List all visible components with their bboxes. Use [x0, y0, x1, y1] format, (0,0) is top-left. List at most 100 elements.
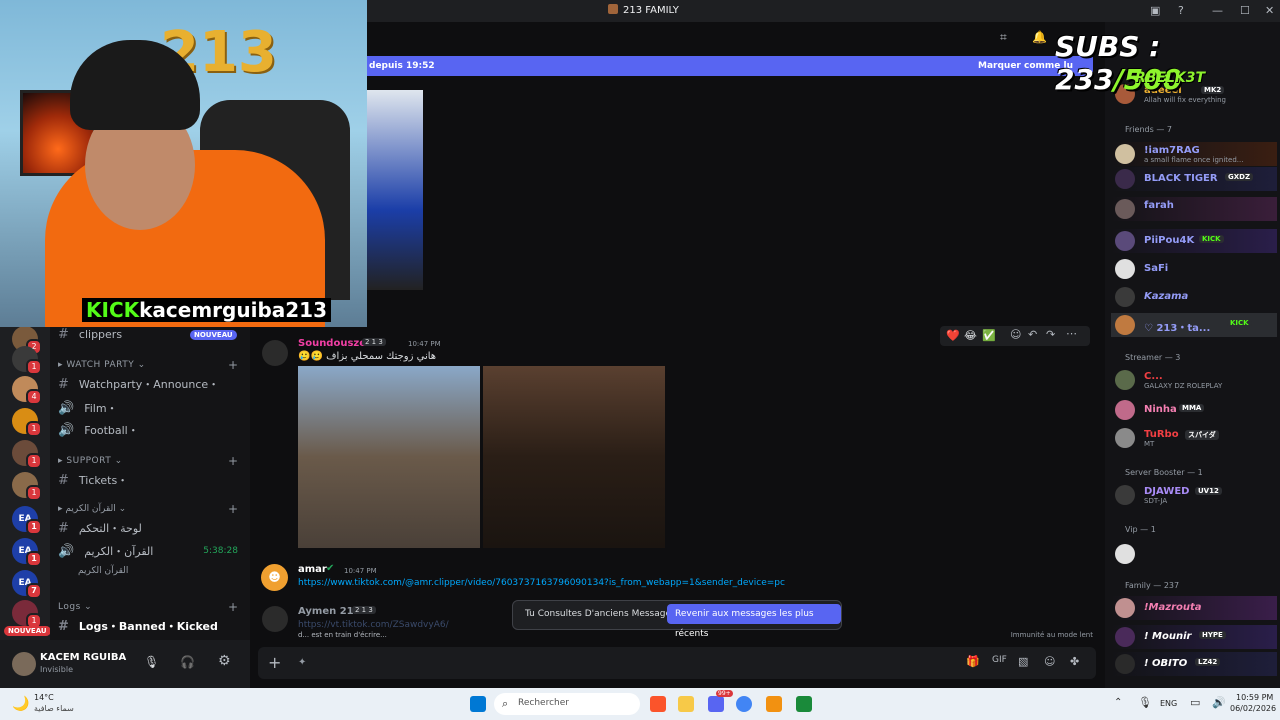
jump-to-present-button[interactable]: Revenir aux messages les plus récents [667, 604, 841, 639]
clock-time[interactable]: 10:59 PM [1236, 693, 1273, 702]
sticker-icon[interactable]: ▧ [1018, 655, 1028, 668]
add-channel-icon[interactable]: + [228, 502, 238, 516]
chrome-icon[interactable] [736, 696, 752, 712]
add-channel-icon[interactable]: + [228, 454, 238, 468]
gift-icon[interactable]: 🎁 [966, 655, 980, 668]
notification-count: 99+ [716, 690, 733, 697]
add-attachment-icon[interactable]: + [268, 653, 281, 672]
avatar[interactable] [12, 652, 36, 676]
apps-icon[interactable]: ✤ [1070, 655, 1079, 668]
server-icon[interactable]: 1 [12, 408, 42, 437]
channel-watchparty[interactable]: # Watchparty・Announce・ [58, 376, 219, 392]
app-icon[interactable] [796, 696, 812, 712]
message-composer[interactable]: + ✦ 🎁 GIF ▧ ☺ ✤ [258, 647, 1096, 679]
category-watch-party[interactable]: ▸ WATCH PARTY ⌄ [58, 360, 146, 370]
ea-server-icon[interactable]: EA 7 [12, 570, 42, 599]
chevron-up-icon[interactable]: ⌃ [1114, 697, 1122, 708]
channel-logs[interactable]: # Logs・Banned・Kicked [58, 618, 218, 634]
weather-moon-icon[interactable]: 🌙 [12, 696, 29, 712]
help-icon[interactable]: ? [1178, 4, 1184, 17]
language-indicator[interactable]: ENG [1160, 699, 1177, 708]
add-reaction-icon[interactable]: ☺ [1010, 328, 1021, 341]
channel-control-panel[interactable]: # لوحة・التحكم [58, 520, 142, 536]
windows-start-icon[interactable] [470, 696, 486, 712]
maximize-button[interactable]: ☐ [1240, 4, 1250, 17]
message-image[interactable] [298, 366, 480, 548]
app-icon[interactable] [766, 696, 782, 712]
reply-icon[interactable]: ↶ [1028, 328, 1037, 341]
composer-sparkle-icon: ✦ [298, 657, 307, 668]
brave-icon[interactable] [650, 696, 666, 712]
member-row[interactable]: BLACK TIGER GXDZ [1111, 167, 1277, 191]
server-icon[interactable]: 1 [12, 440, 42, 469]
notification-bell-icon[interactable]: 🔔 [1032, 30, 1047, 44]
member-row[interactable]: DJAWED UV12 SDT-JA [1111, 483, 1277, 507]
channel-film[interactable]: 🔊 Film・ [58, 400, 118, 416]
channel-clippers[interactable]: # clippers [58, 327, 122, 342]
microphone-icon[interactable]: 🎙 [144, 655, 159, 669]
message-image[interactable] [483, 366, 665, 548]
minimize-button[interactable]: — [1212, 4, 1223, 17]
member-name: TuRbo [1144, 429, 1179, 440]
gif-icon[interactable]: GIF [992, 655, 1007, 665]
member-name: ! OBITO [1144, 658, 1188, 669]
member-row[interactable]: TuRbo スパイダ MT [1111, 426, 1277, 450]
clock-date[interactable]: 06/02/2026 [1230, 704, 1276, 713]
network-icon[interactable]: ▭ [1190, 696, 1200, 709]
message-author[interactable]: amar [298, 564, 327, 575]
add-channel-icon[interactable]: + [228, 600, 238, 614]
settings-gear-icon[interactable]: ⚙ [218, 653, 231, 669]
close-button[interactable]: ✕ [1265, 4, 1274, 17]
avatar [1115, 428, 1135, 448]
server-icon[interactable]: 1 [12, 346, 42, 375]
message-image[interactable] [367, 90, 423, 290]
threads-icon[interactable]: ⌗ [1000, 30, 1007, 45]
member-name: BLACK TIGER [1144, 173, 1218, 184]
heart-reaction-icon[interactable]: ❤️ [946, 329, 960, 342]
headphones-icon[interactable]: 🎧 [180, 655, 195, 669]
file-explorer-icon[interactable] [678, 696, 694, 712]
ea-server-icon[interactable]: EA 1 [12, 506, 42, 535]
check-reaction-icon[interactable]: ✅ [982, 329, 996, 342]
member-row[interactable]: Ninha MMA [1111, 398, 1277, 422]
channel-tickets[interactable]: # Tickets・ [58, 472, 128, 488]
member-row[interactable]: !iam7RAG a small flame once ignited... [1111, 142, 1277, 166]
member-row[interactable]: ♡ 213・ta... KICK [1111, 313, 1277, 337]
member-row[interactable]: Kazama [1111, 285, 1277, 309]
laugh-reaction-icon[interactable]: 😂 [964, 329, 977, 342]
add-channel-icon[interactable]: + [228, 358, 238, 372]
member-row[interactable]: PiiPou4K KICK [1111, 229, 1277, 253]
discord-avatar-icon[interactable]: ☻ [261, 564, 288, 591]
member-row[interactable]: SaFi [1111, 257, 1277, 281]
ea-server-icon[interactable]: EA 1 [12, 538, 42, 567]
member-row[interactable]: ! OBITO LZ42 [1111, 652, 1277, 676]
message-link[interactable]: https://www.tiktok.com/@amr.clipper/vide… [298, 578, 785, 588]
avatar[interactable] [262, 606, 288, 632]
voice-channel-quran[interactable]: 🔊 القرآن・الكريم [58, 543, 153, 559]
microphone-icon[interactable]: 🎙 [1138, 696, 1152, 709]
member-row[interactable]: !Mazrouta [1111, 596, 1277, 620]
member-row[interactable]: ! Mounir HYPE [1111, 625, 1277, 649]
message-link[interactable]: https://vt.tiktok.com/ZSawdvyA6/ [298, 620, 449, 630]
unread-banner[interactable]: depuis 19:52 Marquer comme lu [365, 56, 1093, 76]
category-quran[interactable]: ▸ القرآن الكريم ⌄ [58, 504, 126, 514]
discord-icon[interactable]: 99+ [708, 690, 733, 712]
inbox-icon[interactable]: ▣ [1150, 4, 1160, 17]
server-icon[interactable]: 1 [12, 472, 42, 501]
more-options-icon[interactable]: ⋯ [1066, 327, 1077, 340]
server-icon[interactable]: 1 [12, 600, 42, 629]
category-logs[interactable]: Logs ⌄ [58, 602, 92, 612]
voice-user[interactable]: القرآن الكريم [78, 566, 128, 576]
server-icon[interactable]: 4 [12, 376, 42, 405]
volume-icon[interactable]: 🔊 [1212, 696, 1226, 709]
member-row[interactable]: C... GALAXY DZ ROLEPLAY [1111, 368, 1277, 392]
channel-football[interactable]: 🔊 Football・ [58, 422, 139, 438]
taskbar-search[interactable]: ⌕ Rechercher [494, 693, 640, 715]
category-support[interactable]: ▸ SUPPORT ⌄ [58, 456, 123, 466]
member-row[interactable] [1111, 542, 1277, 566]
forward-icon[interactable]: ↷ [1046, 328, 1055, 341]
member-row[interactable]: farah [1111, 197, 1277, 221]
avatar[interactable] [262, 340, 288, 366]
emoji-icon[interactable]: ☺ [1044, 655, 1055, 668]
member-tag: KICK [1199, 235, 1224, 243]
